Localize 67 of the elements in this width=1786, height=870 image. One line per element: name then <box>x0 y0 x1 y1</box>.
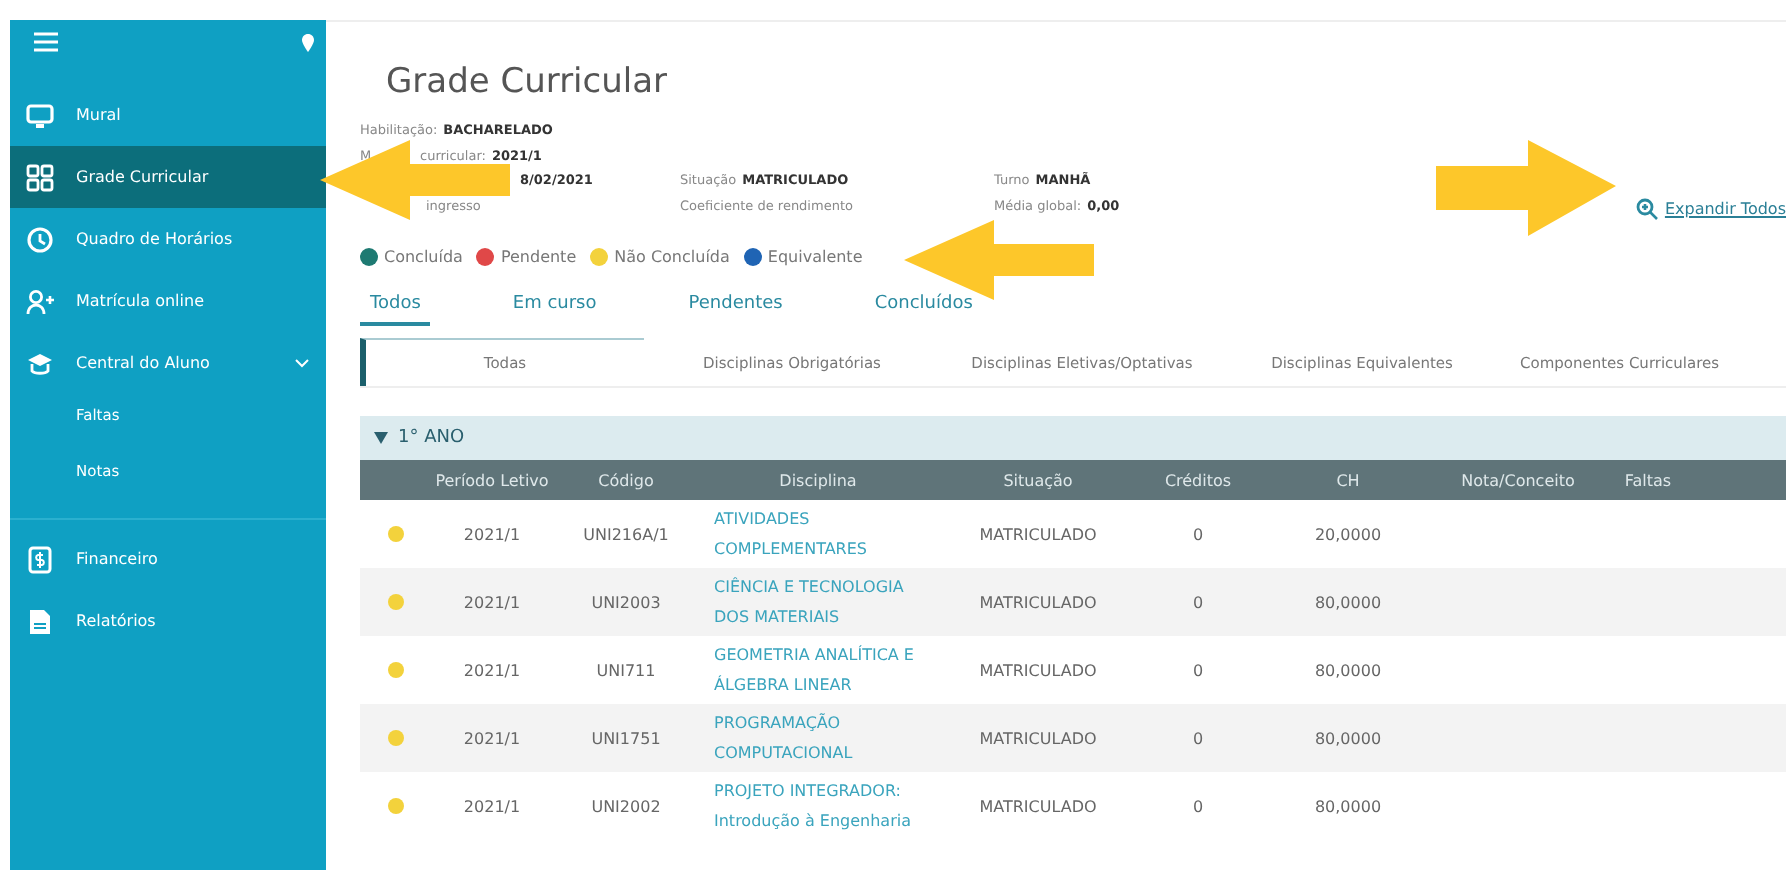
column-header: Situação <box>1001 471 1075 489</box>
table-cell-text: 0 <box>1190 729 1206 747</box>
legend-label: Concluída <box>384 247 463 265</box>
legend-label: Pendente <box>500 247 577 265</box>
user-plus-icon <box>26 287 54 315</box>
table-cell-text: 0 <box>1190 525 1206 543</box>
course-link[interactable]: GEOMETRIA ANALÍTICA E ÁLGEBRA LINEAR <box>698 640 938 700</box>
course-link[interactable]: ATIVIDADES COMPLEMENTARES <box>698 504 938 564</box>
table-cell-text: 80,0000 <box>1312 661 1384 679</box>
course-link[interactable]: PROJETO INTEGRADOR: Introdução à Engenharia <box>698 776 938 836</box>
table-cell-text: UNI1751 <box>589 729 663 747</box>
page-title: Grade Curricular <box>386 62 670 102</box>
sidebar-item[interactable]: Mural <box>10 84 326 146</box>
table-cell-text: 0 <box>1190 797 1206 815</box>
table-cell-text: 2021/1 <box>461 661 523 679</box>
clock-icon <box>26 225 54 253</box>
triangle-icon <box>374 432 388 444</box>
table-cell-text: UNI711 <box>594 661 658 679</box>
table-cell-text: MATRICULADO <box>977 525 1099 543</box>
sidebar-item[interactable]: Central do Aluno <box>10 332 326 394</box>
table-cell-text: 80,0000 <box>1312 593 1384 611</box>
sidebar-item[interactable]: Matrícula online <box>10 270 326 332</box>
table-cell-text: 20,0000 <box>1312 525 1384 543</box>
table-cell-text: UNI2002 <box>589 797 663 815</box>
course-link[interactable]: PROGRAMAÇÃO COMPUTACIONAL <box>698 708 938 768</box>
table-cell-text: MATRICULADO <box>977 593 1099 611</box>
monitor-icon <box>26 101 54 129</box>
table-cell-text: 0 <box>1190 661 1206 679</box>
table-cell-text: 2021/1 <box>461 797 523 815</box>
expand-all-link[interactable]: Expandir Todos <box>1636 194 1786 222</box>
column-header: CH <box>1334 471 1362 489</box>
column-header: Créditos <box>1162 471 1234 489</box>
document-icon <box>26 607 54 635</box>
column-header: Período Letivo <box>433 471 551 489</box>
group-header[interactable]: 1° ANO <box>360 416 1786 460</box>
column-header: Nota/Conceito <box>1459 471 1577 489</box>
menu-icon <box>34 32 58 52</box>
table-cell-text: MATRICULADO <box>977 797 1099 815</box>
column-header: Disciplina <box>777 471 859 489</box>
sidebar-item[interactable]: Grade Curricular <box>10 146 326 208</box>
table-cell-text: UNI216A/1 <box>581 525 671 543</box>
table-cell-text: MATRICULADO <box>977 729 1099 747</box>
sidebar-item[interactable]: Quadro de Horários <box>10 208 326 270</box>
table-cell-text: UNI2003 <box>589 593 663 611</box>
tab[interactable]: Em curso <box>502 286 607 326</box>
course-link[interactable]: CIÊNCIA E TECNOLOGIA DOS MATERIAIS <box>698 572 938 632</box>
pin-icon <box>302 33 314 51</box>
table-cell-text: 2021/1 <box>461 593 523 611</box>
legend-label: Não Concluída <box>614 247 730 265</box>
table-cell-text: 80,0000 <box>1312 797 1384 815</box>
tab[interactable]: Pendentes <box>678 286 793 326</box>
table-cell-text: 2021/1 <box>461 525 523 543</box>
zoom-in-icon <box>1636 197 1659 219</box>
tab[interactable]: Todos <box>360 286 431 326</box>
table-cell-text: 2021/1 <box>461 729 523 747</box>
sidebar-item[interactable]: Relatórios <box>10 590 326 652</box>
grid-icon <box>26 163 54 191</box>
table-cell-text: 0 <box>1190 593 1206 611</box>
column-header: Faltas <box>1622 471 1674 489</box>
graduation-cap-icon <box>26 349 54 377</box>
dollar-document-icon <box>26 545 54 573</box>
legend-label: Equivalente <box>767 247 863 265</box>
table-cell-text: MATRICULADO <box>977 661 1099 679</box>
column-header: Código <box>596 471 656 489</box>
sidebar-item[interactable]: Financeiro <box>10 528 326 590</box>
table-cell-text: 80,0000 <box>1312 729 1384 747</box>
tab[interactable]: Concluídos <box>864 286 983 326</box>
